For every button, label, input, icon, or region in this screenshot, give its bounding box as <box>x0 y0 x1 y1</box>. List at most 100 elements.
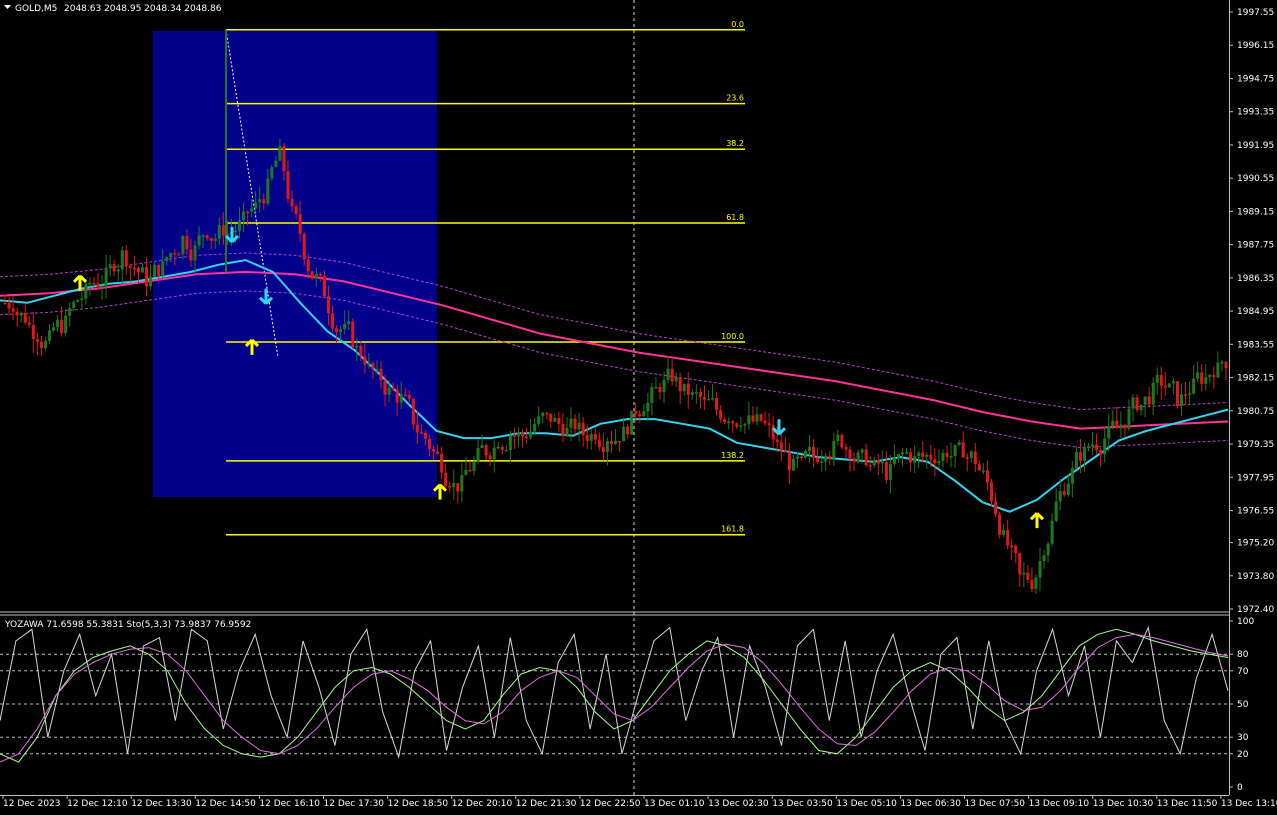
candle-body <box>913 456 917 463</box>
candle-body <box>593 433 597 440</box>
candle-body <box>929 454 933 460</box>
sell-arrow-icon <box>771 419 787 436</box>
candle-body <box>1038 560 1042 578</box>
candle-body <box>678 377 682 392</box>
candle-body <box>476 448 480 462</box>
candle-body <box>840 434 844 448</box>
candle-body <box>844 447 848 450</box>
candle-body <box>561 423 565 436</box>
candle-body <box>521 432 525 437</box>
candle-body <box>250 208 254 212</box>
time-tick-label: 12 Dec 17:30 <box>324 799 385 809</box>
candle-body <box>1119 424 1123 429</box>
candle-body <box>1066 483 1070 495</box>
candle-body <box>860 449 864 453</box>
time-tick-label: 13 Dec 11:50 <box>1157 799 1218 809</box>
candle-body <box>496 446 500 449</box>
candle-body <box>432 449 436 452</box>
candle-body <box>415 424 419 433</box>
buy-arrow-icon <box>1029 512 1045 529</box>
candle-body <box>399 394 403 403</box>
candle-body <box>945 452 949 457</box>
candle-body <box>832 441 836 459</box>
candle-body <box>864 449 868 466</box>
candle-body <box>799 456 803 459</box>
candle-body <box>209 238 213 241</box>
fib-level-label: 161.8 <box>721 525 744 534</box>
candle-body <box>812 446 816 458</box>
candle-body <box>201 235 205 237</box>
candle-body <box>852 458 856 462</box>
candle-body <box>1220 362 1224 364</box>
candle-body <box>314 273 318 279</box>
fibonacci-range-box[interactable] <box>153 31 437 497</box>
indicator-tick-label: 70 <box>1237 667 1249 677</box>
candle-body <box>658 387 662 393</box>
candle-body <box>423 432 427 439</box>
price-chart[interactable]: 0.0 23.6 38.2 61.8 100.0 138.2 161.8 100 80 70 50… <box>0 0 1277 815</box>
price-tick-label: 1973.80 <box>1237 572 1274 582</box>
candle-body <box>1014 545 1018 554</box>
candle-body <box>153 264 157 277</box>
price-tick-label: 1976.55 <box>1237 506 1274 516</box>
candle-body <box>124 250 128 267</box>
candle-body <box>440 453 444 473</box>
time-tick-label: 12 Dec 22:50 <box>580 799 641 809</box>
candle-body <box>985 470 989 483</box>
candle-body <box>116 269 120 272</box>
candle-body <box>19 312 23 316</box>
fib-level-label: 23.6 <box>726 94 744 103</box>
candle-body <box>698 392 702 398</box>
candle-body <box>472 461 476 472</box>
candle-body <box>654 387 658 389</box>
candle-body <box>706 398 710 401</box>
candle-body <box>246 211 250 214</box>
candle-body <box>888 463 892 480</box>
candle-body <box>892 457 896 464</box>
candle-body <box>1006 529 1010 546</box>
candle-body <box>391 387 395 390</box>
time-tick-label: 13 Dec 10:30 <box>1093 799 1154 809</box>
candle-body <box>128 266 132 269</box>
candle-body <box>787 451 791 471</box>
chart-window[interactable]: 0.0 23.6 38.2 61.8 100.0 138.2 161.8 100 80 70 50… <box>0 0 1277 815</box>
candle-body <box>1224 362 1228 369</box>
candle-body <box>1155 375 1159 383</box>
candle-body <box>949 456 953 458</box>
candle-body <box>848 449 852 459</box>
candle-body <box>638 413 642 417</box>
time-tick-label: 13 Dec 09:10 <box>1029 799 1090 809</box>
candle-body <box>72 301 76 309</box>
candle-body <box>428 438 432 450</box>
candle-body <box>47 330 51 341</box>
indicator-label: YOZAWA 71.6598 55.3831 Sto(5,3,3) 73.983… <box>4 620 251 630</box>
candle-body <box>282 145 286 172</box>
price-tick-label: 1984.95 <box>1237 307 1274 317</box>
candle-body <box>994 501 998 515</box>
candle-body <box>755 414 759 422</box>
candle-body <box>136 268 140 273</box>
price-tick-label: 1980.75 <box>1237 407 1274 417</box>
time-tick-label: 12 Dec 21:30 <box>516 799 577 809</box>
candle-body <box>217 225 221 239</box>
candle-body <box>856 452 860 462</box>
candle-body <box>909 452 913 463</box>
candle-body <box>808 446 812 452</box>
candle-body <box>355 345 359 348</box>
candle-body <box>488 455 492 460</box>
candle-body <box>1139 404 1143 411</box>
candle-body <box>169 253 173 258</box>
candle-body <box>529 431 533 438</box>
collapse-triangle-icon[interactable] <box>4 5 11 9</box>
candle-body <box>35 338 39 342</box>
candle-body <box>577 422 581 430</box>
time-tick-label: 12 Dec 14:50 <box>195 799 256 809</box>
indicator-tick-label: 20 <box>1237 750 1249 760</box>
candle-body <box>379 368 383 381</box>
candle-body <box>791 458 795 471</box>
indicator-tick-label: 50 <box>1237 700 1249 710</box>
candle-body <box>1208 374 1212 378</box>
candle-body <box>456 483 460 492</box>
price-tick-label: 1977.95 <box>1237 473 1274 483</box>
price-tick-label: 1990.55 <box>1237 174 1274 184</box>
